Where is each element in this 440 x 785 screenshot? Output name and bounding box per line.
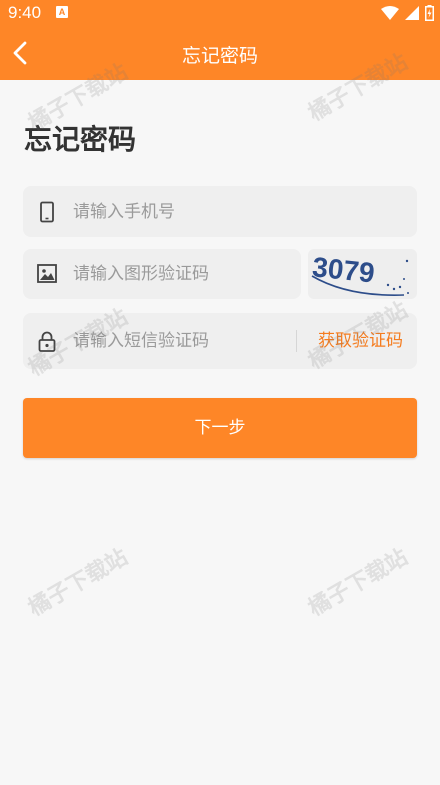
sms-code-input[interactable] — [73, 313, 283, 369]
divider — [296, 330, 297, 352]
image-icon — [37, 264, 57, 283]
phone-input[interactable] — [73, 186, 403, 237]
page-title: 忘记密码 — [24, 123, 137, 156]
lock-icon — [38, 331, 56, 352]
captcha-field — [23, 249, 301, 299]
signal-icon — [405, 6, 419, 20]
app-title: 忘记密码 — [181, 45, 258, 67]
app-bar: 忘记密码 — [0, 26, 440, 80]
captcha-image[interactable]: 3079 — [308, 249, 417, 299]
wifi-icon — [381, 6, 399, 20]
watermark: 橘子下载站 — [304, 544, 413, 622]
captcha-graphic: 3079 — [311, 251, 409, 296]
next-button[interactable]: 下一步 — [23, 398, 417, 458]
notification-badge-icon: A — [56, 6, 68, 18]
captcha-input[interactable] — [73, 249, 293, 299]
phone-icon — [40, 201, 54, 222]
status-bar: 9:40 A — [0, 0, 440, 26]
status-icons — [381, 4, 434, 22]
status-time: 9:40 — [8, 3, 42, 22]
captcha-text: 3079 — [311, 251, 376, 288]
sms-code-field: 获取验证码 — [23, 313, 417, 369]
get-code-button[interactable]: 获取验证码 — [318, 313, 403, 369]
battery-icon — [425, 5, 434, 21]
watermark: 橘子下载站 — [24, 544, 133, 622]
phone-field — [23, 186, 417, 237]
